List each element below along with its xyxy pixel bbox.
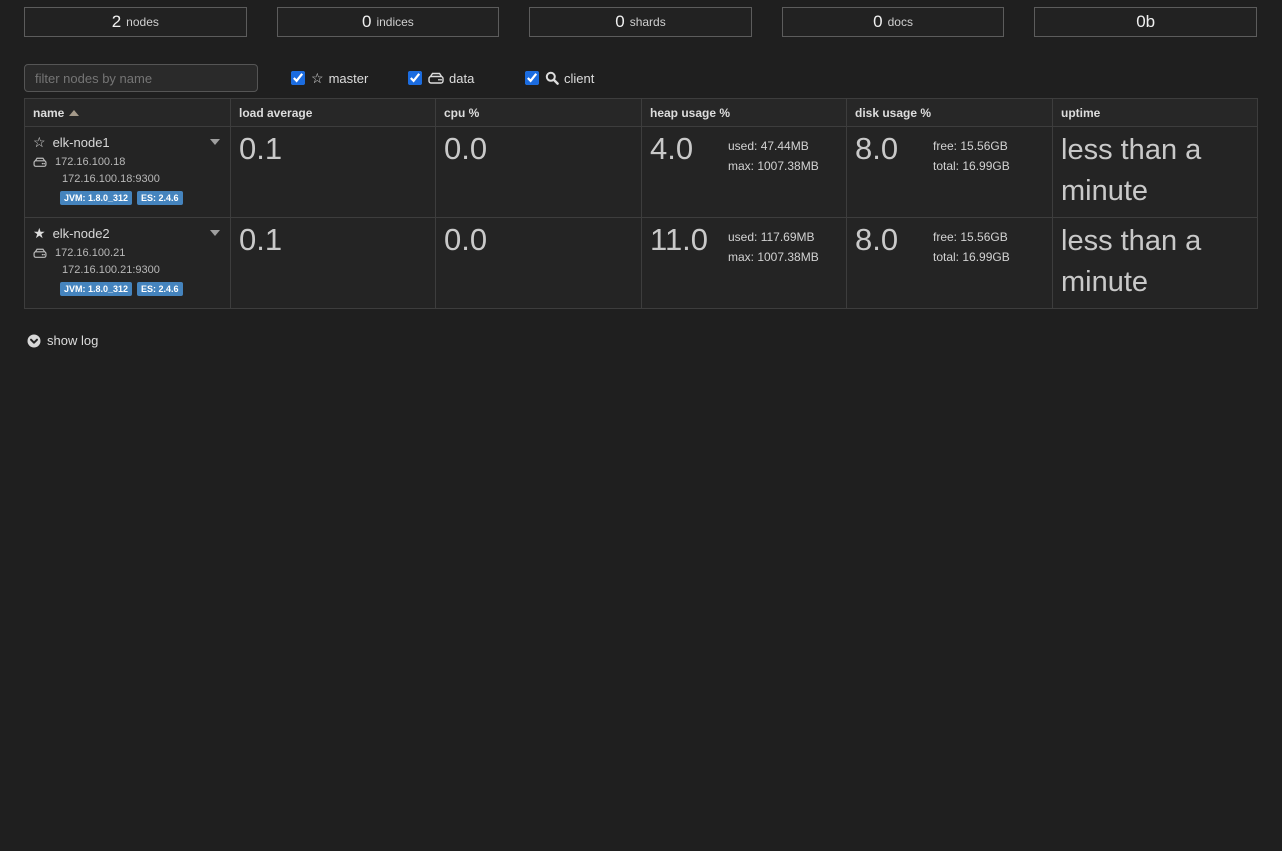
uptime-cell: less than a minute (1053, 127, 1258, 218)
disk-usage-cell: 8.0 free: 15.56GB total: 16.99GB (847, 218, 1053, 309)
node-transport-address: 172.16.100.21:9300 (62, 264, 222, 276)
client-checkbox[interactable] (525, 71, 539, 85)
heap-usage-cell: 11.0 used: 117.69MB max: 1007.38MB (642, 218, 847, 309)
disk-free: free: 15.56GB (933, 136, 1010, 156)
shards-label: shards (630, 15, 666, 29)
column-header-disk-usage[interactable]: disk usage % (847, 99, 1053, 127)
hard-drive-icon (33, 157, 47, 168)
indices-label: indices (376, 15, 413, 29)
jvm-version-badge: JVM: 1.8.0_312 (60, 282, 132, 296)
jvm-version-badge: JVM: 1.8.0_312 (60, 191, 132, 205)
stat-box-indices[interactable]: 0 indices (277, 7, 500, 37)
node-name-cell: ★ elk-node2 172.16.100.21 172.16.100. (25, 218, 231, 309)
disk-percent-value: 8.0 (847, 127, 933, 176)
master-star-icon: ★ (33, 225, 46, 242)
nodes-table: name load average cpu % heap usage % dis… (24, 98, 1258, 309)
node-transport-address: 172.16.100.18:9300 (62, 173, 222, 185)
table-row: ★ elk-node2 172.16.100.21 172.16.100. (25, 218, 1258, 309)
nodes-count: 2 (112, 12, 121, 32)
nodes-label: nodes (126, 15, 159, 29)
hard-drive-icon (428, 72, 444, 85)
cpu-cell: 0.0 (436, 127, 642, 218)
heap-percent-value: 11.0 (642, 218, 728, 267)
master-filter-checkbox-group[interactable]: ☆ master (291, 70, 375, 87)
master-checkbox-label: master (329, 71, 369, 86)
column-header-heap-usage[interactable]: heap usage % (642, 99, 847, 127)
node-actions-caret-icon[interactable] (210, 230, 220, 236)
load-average-cell: 0.1 (231, 218, 436, 309)
heap-max: max: 1007.38MB (728, 247, 819, 267)
uptime-value: less than a minute (1053, 218, 1257, 302)
node-name-cell: ☆ elk-node1 172.16.100.18 172.16.100. (25, 127, 231, 218)
disk-total: total: 16.99GB (933, 156, 1010, 176)
filter-nodes-input[interactable] (24, 64, 258, 92)
node-name-link[interactable]: elk-node1 (53, 135, 110, 150)
client-filter-checkbox-group[interactable]: client (525, 71, 609, 86)
heap-max: max: 1007.38MB (728, 156, 819, 176)
show-log-toggle[interactable]: show log (27, 333, 137, 348)
data-checkbox-label: data (449, 71, 474, 86)
node-actions-caret-icon[interactable] (210, 139, 220, 145)
es-version-badge: ES: 2.4.6 (137, 191, 183, 205)
master-star-icon: ☆ (33, 134, 46, 151)
heap-percent-value: 4.0 (642, 127, 728, 176)
cpu-value: 0.0 (436, 127, 641, 166)
stat-box-shards[interactable]: 0 shards (529, 7, 752, 37)
uptime-value: less than a minute (1053, 127, 1257, 211)
master-checkbox[interactable] (291, 71, 305, 85)
stat-box-size[interactable]: 0b (1034, 7, 1257, 37)
table-header-row: name load average cpu % heap usage % dis… (25, 99, 1258, 127)
heap-usage-cell: 4.0 used: 47.44MB max: 1007.38MB (642, 127, 847, 218)
star-icon: ☆ (311, 70, 324, 87)
cpu-cell: 0.0 (436, 218, 642, 309)
chevron-down-circle-icon (27, 334, 41, 348)
node-ip: 172.16.100.21 (55, 247, 125, 259)
shards-count: 0 (615, 12, 624, 32)
es-version-badge: ES: 2.4.6 (137, 282, 183, 296)
data-checkbox[interactable] (408, 71, 422, 85)
stat-box-nodes[interactable]: 2 nodes (24, 7, 247, 37)
size-value: 0b (1136, 12, 1155, 32)
cluster-overview-stats: 2 nodes 0 indices 0 shards 0 docs 0b (24, 7, 1257, 37)
load-average-cell: 0.1 (231, 127, 436, 218)
load-average-value: 0.1 (231, 127, 435, 166)
docs-count: 0 (873, 12, 882, 32)
disk-free: free: 15.56GB (933, 227, 1010, 247)
disk-usage-cell: 8.0 free: 15.56GB total: 16.99GB (847, 127, 1053, 218)
stat-box-docs[interactable]: 0 docs (782, 7, 1005, 37)
column-header-uptime[interactable]: uptime (1053, 99, 1258, 127)
column-header-load-average[interactable]: load average (231, 99, 436, 127)
data-filter-checkbox-group[interactable]: data (408, 71, 492, 86)
show-log-label: show log (47, 333, 98, 348)
cpu-value: 0.0 (436, 218, 641, 257)
hard-drive-icon (33, 248, 47, 259)
column-header-cpu[interactable]: cpu % (436, 99, 642, 127)
heap-used: used: 117.69MB (728, 227, 819, 247)
magnifier-icon (545, 71, 559, 85)
client-checkbox-label: client (564, 71, 594, 86)
docs-label: docs (888, 15, 913, 29)
load-average-value: 0.1 (231, 218, 435, 257)
heap-used: used: 47.44MB (728, 136, 819, 156)
filter-row: ☆ master data client (24, 64, 1258, 92)
sort-asc-icon (69, 110, 79, 116)
disk-total: total: 16.99GB (933, 247, 1010, 267)
table-row: ☆ elk-node1 172.16.100.18 172.16.100. (25, 127, 1258, 218)
uptime-cell: less than a minute (1053, 218, 1258, 309)
disk-percent-value: 8.0 (847, 218, 933, 267)
node-ip: 172.16.100.18 (55, 156, 125, 168)
node-name-link[interactable]: elk-node2 (53, 226, 110, 241)
column-header-name[interactable]: name (25, 99, 231, 127)
indices-count: 0 (362, 12, 371, 32)
